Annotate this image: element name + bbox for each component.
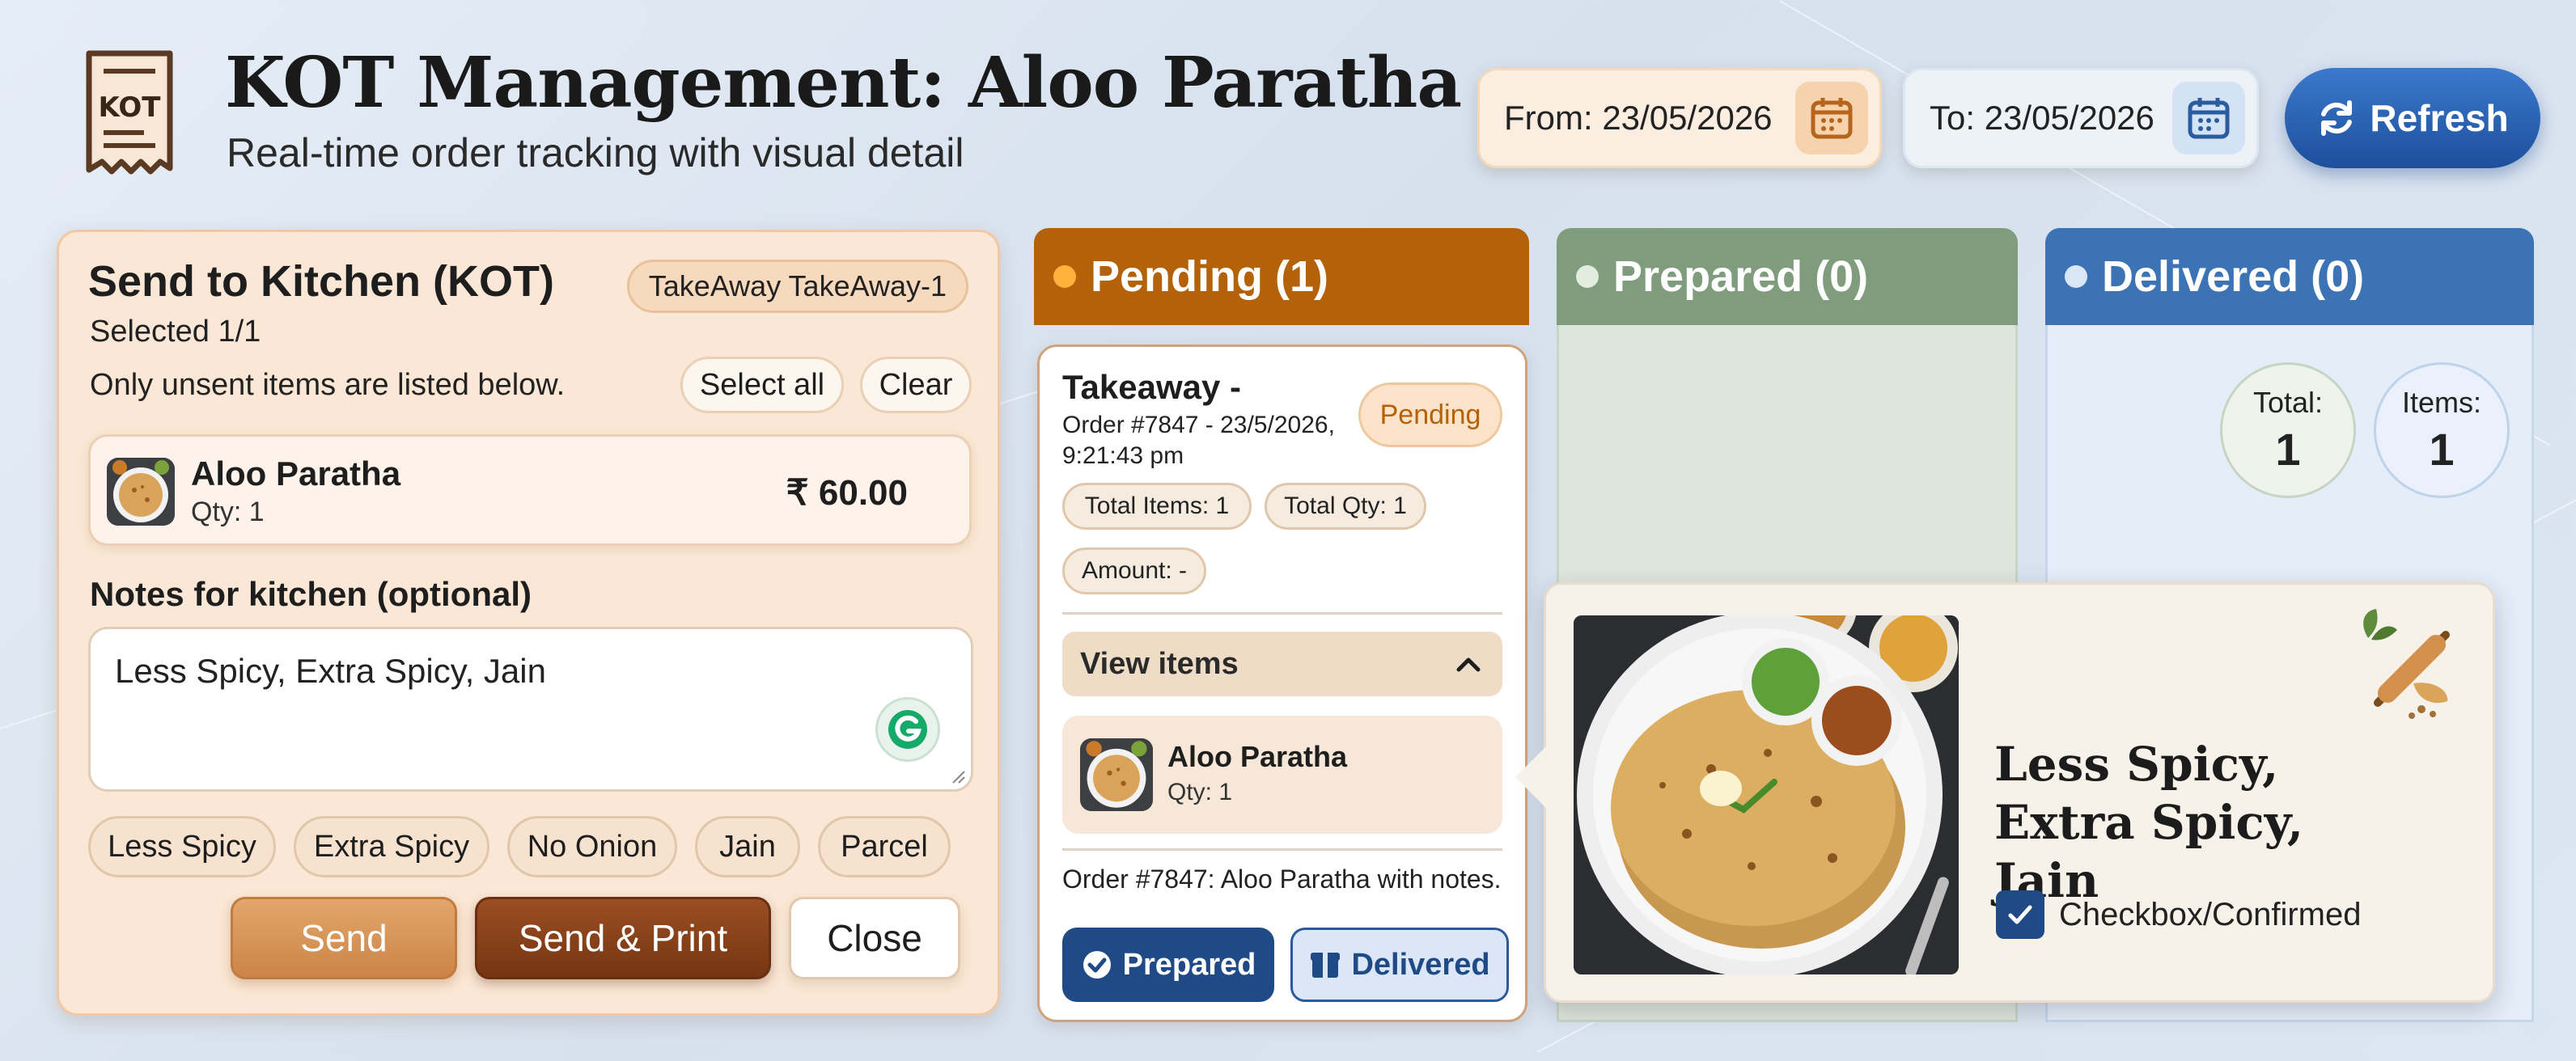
divider (1062, 848, 1502, 851)
total-stat: Total: 1 (2220, 362, 2356, 498)
popover-caret (1515, 746, 1546, 808)
grammarly-icon[interactable] (875, 697, 940, 762)
order-meta: Order #7847 - 23/5/2026, 9:21:43 pm (1062, 412, 1335, 469)
to-date-label: To: 23/05/2026 (1930, 99, 2154, 137)
pending-column-title: Pending (1) (1091, 252, 1328, 301)
order-type-tag: TakeAway TakeAway-1 (626, 260, 968, 313)
total-stat-value: 1 (2275, 423, 2301, 475)
refresh-label: Refresh (2370, 97, 2509, 139)
chip-extra-spicy[interactable]: Extra Spicy (294, 816, 489, 877)
prepared-column-header: Prepared (0) (1557, 228, 2018, 325)
notes-label: Notes for kitchen (optional) (90, 575, 532, 613)
to-date-field[interactable]: To: 23/05/2026 (1903, 68, 2259, 168)
aloo-paratha-thumbnail (107, 458, 175, 526)
status-dot (1576, 265, 1599, 288)
select-all-button[interactable]: Select all (680, 357, 844, 413)
delivered-column-header: Delivered (0) (2045, 228, 2534, 325)
send-panel-title: Send to Kitchen (KOT) (88, 257, 554, 306)
total-items-badge: Total Items: 1 (1062, 483, 1252, 530)
total-qty-badge: Total Qty: 1 (1265, 483, 1426, 530)
amount-badge: Amount: - (1062, 547, 1206, 594)
delivered-button-label: Delivered (1351, 947, 1490, 982)
mark-delivered-button[interactable]: Delivered (1290, 928, 1509, 1002)
clear-button[interactable]: Clear (860, 357, 972, 413)
calendar-icon[interactable] (2172, 82, 2245, 154)
chip-less-spicy[interactable]: Less Spicy (88, 816, 276, 877)
from-date-field[interactable]: From: 23/05/2026 (1477, 68, 1882, 168)
refresh-button[interactable]: Refresh (2285, 68, 2540, 168)
from-date-label: From: 23/05/2026 (1504, 99, 1773, 137)
resize-handle-icon[interactable] (950, 768, 966, 784)
rolling-pin-icon (2344, 606, 2465, 727)
items-stat: Items: 1 (2374, 362, 2510, 498)
page-title: KOT Management: Aloo Paratha (225, 42, 1462, 124)
unsent-note: Only unsent items are listed below. (90, 368, 566, 402)
items-stat-value: 1 (2429, 423, 2455, 475)
send-button[interactable]: Send (231, 897, 457, 979)
prepared-button-label: Prepared (1122, 947, 1256, 982)
send-to-kitchen-panel: Send to Kitchen (KOT) TakeAway TakeAway-… (57, 230, 1000, 1016)
order-title: Takeaway - (1062, 368, 1242, 406)
items-stat-label: Items: (2401, 385, 2481, 419)
chip-parcel[interactable]: Parcel (818, 816, 951, 877)
aloo-paratha-thumbnail (1080, 738, 1153, 811)
order-item-qty: Qty: 1 (1167, 779, 1233, 805)
package-icon (1311, 953, 1341, 978)
close-button[interactable]: Close (789, 897, 960, 979)
item-name: Aloo Paratha (191, 454, 401, 492)
divider (1062, 612, 1502, 615)
delivered-column-title: Delivered (0) (2102, 252, 2365, 301)
selected-count: Selected 1/1 (90, 315, 261, 349)
status-dot (2065, 265, 2087, 288)
aloo-paratha-photo (1574, 615, 1959, 974)
item-price: ₹ 60.00 (786, 473, 908, 513)
order-note: Order #7847: Aloo Paratha with notes. (1062, 864, 1502, 894)
kot-item-row[interactable]: Aloo Paratha Qty: 1 ₹ 60.00 (88, 434, 972, 546)
prepared-column-title: Prepared (0) (1613, 252, 1869, 301)
view-items-toggle[interactable]: View items (1062, 632, 1502, 696)
status-dot (1053, 265, 1076, 288)
status-badge: Pending (1358, 383, 1502, 447)
total-stat-label: Total: (2252, 385, 2324, 419)
send-and-print-button[interactable]: Send & Print (475, 897, 771, 979)
chip-jain[interactable]: Jain (695, 816, 800, 877)
kitchen-notes-textarea[interactable]: Less Spicy, Extra Spicy, Jain (88, 627, 973, 792)
chip-no-onion[interactable]: No Onion (507, 816, 677, 877)
page-subtitle: Real-time order tracking with visual det… (227, 130, 964, 175)
item-detail-popover: Less Spicy, Extra Spicy, Jain Checkbox/C… (1515, 582, 2495, 1003)
confirmed-label: Checkbox/Confirmed (2059, 896, 2362, 932)
confirmed-checkbox-row[interactable]: Checkbox/Confirmed (1996, 890, 2362, 939)
mark-prepared-button[interactable]: Prepared (1062, 928, 1274, 1002)
check-circle-icon (1083, 951, 1111, 979)
checkbox-checked-icon[interactable] (1996, 890, 2044, 939)
kot-receipt-icon: KOT (81, 49, 178, 178)
order-item-row: Aloo Paratha Qty: 1 (1062, 716, 1502, 834)
kot-logo-text: KOT (99, 91, 162, 124)
pending-column-header: Pending (1) (1034, 228, 1529, 325)
view-items-label: View items (1080, 646, 1239, 681)
chevron-up-icon (1456, 657, 1481, 672)
item-qty: Qty: 1 (191, 497, 265, 527)
order-item-name: Aloo Paratha (1167, 740, 1348, 773)
refresh-icon (2321, 100, 2353, 136)
order-card[interactable]: Takeaway - Order #7847 - 23/5/2026, 9:21… (1037, 345, 1527, 1022)
notes-value: Less Spicy, Extra Spicy, Jain (115, 652, 546, 690)
calendar-icon[interactable] (1795, 82, 1868, 154)
popover-notes: Less Spicy, Extra Spicy, Jain (1994, 737, 2304, 908)
